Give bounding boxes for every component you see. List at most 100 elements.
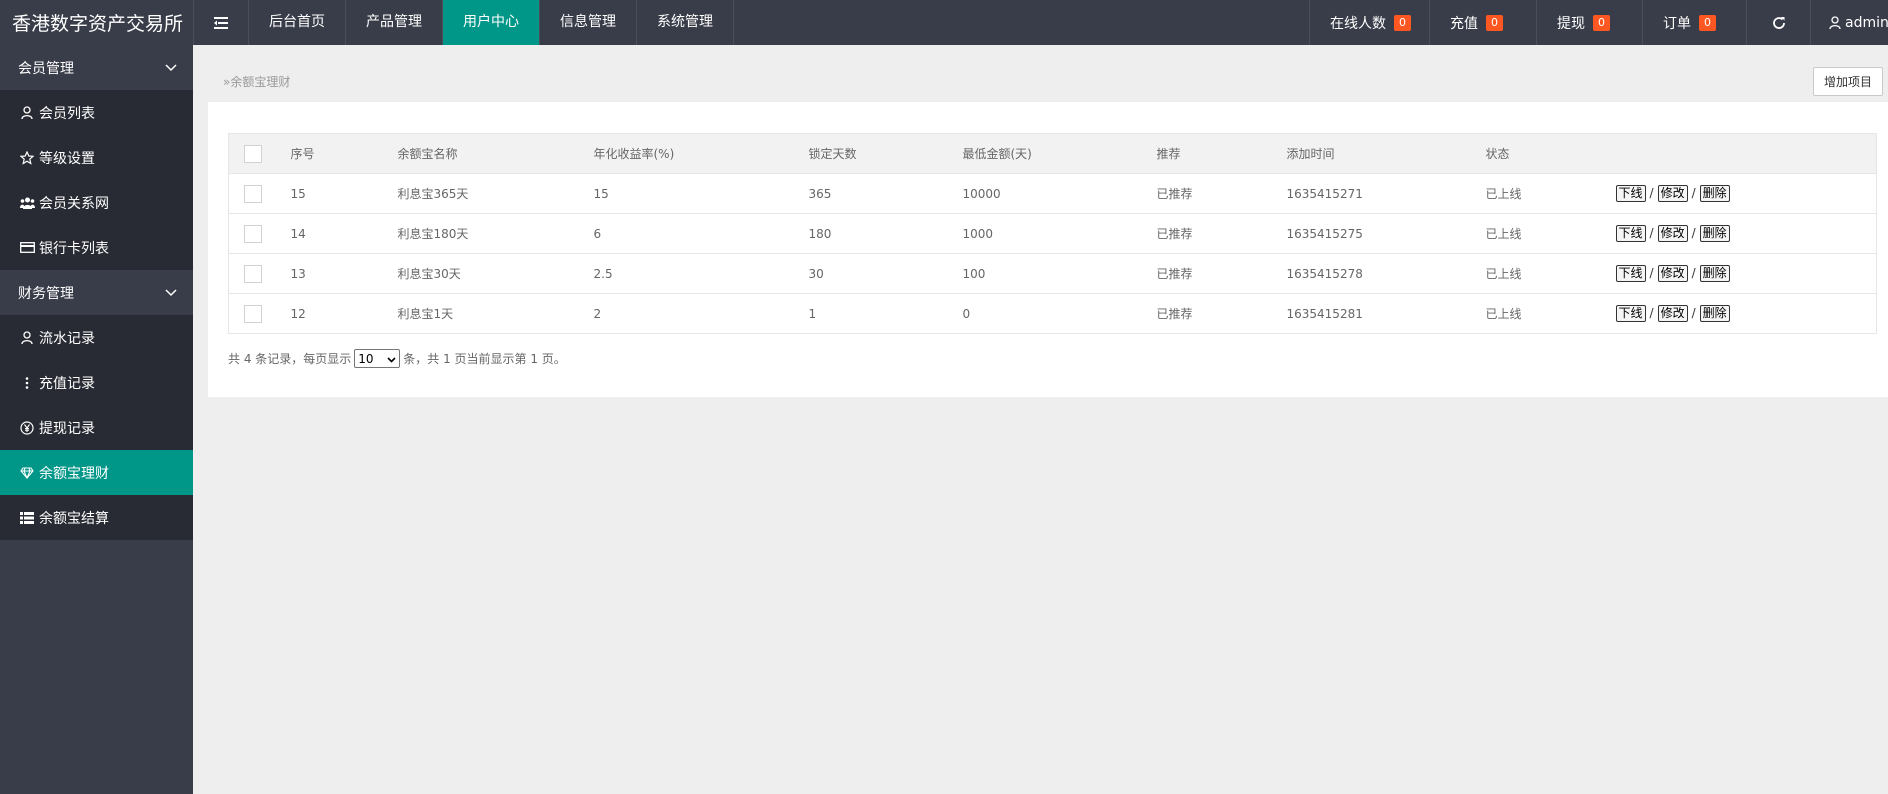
- withdraw-badge: 0: [1593, 14, 1610, 31]
- offline-button[interactable]: 下线: [1615, 265, 1646, 282]
- withdraw-label: 提现: [1557, 15, 1585, 32]
- sidebar-group-members[interactable]: 会员管理: [0, 45, 193, 90]
- action-separator: /: [1649, 226, 1654, 240]
- page-size-select[interactable]: 10: [354, 349, 401, 368]
- action-separator: /: [1691, 226, 1696, 240]
- diamond-icon: [18, 466, 36, 479]
- offline-button[interactable]: 下线: [1615, 185, 1646, 202]
- cell-rate: 15: [593, 173, 809, 214]
- action-separator: /: [1691, 186, 1696, 200]
- cell-name: 利息宝30天: [397, 253, 594, 294]
- edit-button[interactable]: 修改: [1657, 265, 1688, 282]
- yen-icon: [18, 420, 36, 435]
- sidebar-item-member-network[interactable]: 会员关系网: [0, 180, 193, 225]
- more-vertical-icon: [18, 376, 36, 389]
- nav-system[interactable]: 系统管理: [637, 0, 734, 45]
- yuebao-table: 序号 余额宝名称 年化收益率(%) 锁定天数 最低金额(天) 推荐 添加时间 状…: [228, 133, 1877, 334]
- row-checkbox[interactable]: [244, 224, 262, 243]
- cell-recommend: 已推荐: [1156, 173, 1287, 214]
- col-header-recommend: 推荐: [1156, 133, 1287, 174]
- sidebar-item-label: 余额宝理财: [39, 465, 109, 482]
- select-all-cell: [228, 133, 291, 174]
- sidebar-item-withdraw-records[interactable]: 提现记录: [0, 405, 193, 450]
- table-row: 13 利息宝30天 2.5 30 100 已推荐 1635415278 已上线 …: [228, 253, 1877, 294]
- select-all-checkbox[interactable]: [244, 144, 262, 163]
- refresh-icon[interactable]: [1746, 0, 1810, 45]
- breadcrumb-current[interactable]: 余额宝理财: [230, 75, 290, 89]
- edit-button[interactable]: 修改: [1657, 225, 1688, 242]
- row-select-cell: [228, 173, 291, 214]
- action-separator: /: [1649, 186, 1654, 200]
- cell-actions: 下线 / 修改 / 删除: [1615, 293, 1877, 334]
- page-size-value: 10: [358, 351, 374, 366]
- cell-days: 1: [808, 293, 963, 334]
- edit-button[interactable]: 修改: [1657, 305, 1688, 322]
- cell-actions: 下线 / 修改 / 删除: [1615, 173, 1877, 214]
- users-icon: [18, 197, 36, 209]
- admin-menu[interactable]: admin: [1810, 0, 1888, 45]
- row-select-cell: [228, 293, 291, 334]
- orders-badge: 0: [1699, 14, 1716, 31]
- delete-button[interactable]: 删除: [1699, 225, 1730, 242]
- sidebar-item-label: 流水记录: [39, 330, 95, 347]
- nav-user-center[interactable]: 用户中心: [443, 0, 540, 45]
- breadcrumb: »余额宝理财: [223, 73, 290, 90]
- cell-time: 1635415281: [1286, 293, 1486, 334]
- delete-button[interactable]: 删除: [1699, 305, 1730, 322]
- row-checkbox[interactable]: [244, 304, 262, 323]
- sidebar-group-label: 会员管理: [18, 60, 74, 77]
- credit-card-icon: [18, 242, 36, 253]
- nav-info[interactable]: 信息管理: [540, 0, 637, 45]
- sidebar-group-label: 财务管理: [18, 285, 74, 302]
- sidebar-item-recharge-records[interactable]: 充值记录: [0, 360, 193, 405]
- online-users[interactable]: 在线人数 0: [1309, 0, 1429, 45]
- sidebar-item-bank-cards[interactable]: 银行卡列表: [0, 225, 193, 270]
- add-project-button[interactable]: 增加项目: [1813, 67, 1883, 96]
- sidebar-item-level-settings[interactable]: 等级设置: [0, 135, 193, 180]
- sidebar-item-label: 等级设置: [39, 150, 95, 167]
- col-header-name: 余额宝名称: [397, 133, 594, 174]
- offline-button[interactable]: 下线: [1615, 225, 1646, 242]
- row-checkbox[interactable]: [244, 264, 262, 283]
- cell-rate: 6: [593, 213, 809, 254]
- action-separator: /: [1691, 266, 1696, 280]
- sidebar-item-yuebao[interactable]: 余额宝理财: [0, 450, 193, 495]
- sidebar-item-transactions[interactable]: 流水记录: [0, 315, 193, 360]
- row-select-cell: [228, 213, 291, 254]
- user-icon: [18, 331, 36, 344]
- cell-days: 365: [808, 173, 963, 214]
- sidebar-item-label: 会员关系网: [39, 195, 109, 212]
- nav-products[interactable]: 产品管理: [346, 0, 443, 45]
- list-icon: [18, 511, 36, 524]
- cell-time: 1635415275: [1286, 213, 1486, 254]
- menu-toggle-icon[interactable]: [193, 0, 249, 45]
- col-header-time: 添加时间: [1286, 133, 1486, 174]
- online-users-label: 在线人数: [1330, 15, 1386, 32]
- recharge-label: 充值: [1450, 15, 1478, 32]
- cell-days: 30: [808, 253, 963, 294]
- sidebar-group-finance[interactable]: 财务管理: [0, 270, 193, 315]
- row-select-cell: [228, 253, 291, 294]
- col-header-rate: 年化收益率(%): [593, 133, 809, 174]
- sidebar-item-label: 充值记录: [39, 375, 95, 392]
- withdraw-link[interactable]: 提现 0: [1536, 0, 1642, 45]
- admin-username: admin: [1845, 14, 1888, 31]
- cell-status: 已上线: [1485, 293, 1616, 334]
- cell-recommend: 已推荐: [1156, 213, 1287, 254]
- offline-button[interactable]: 下线: [1615, 305, 1646, 322]
- cell-min: 0: [962, 293, 1157, 334]
- delete-button[interactable]: 删除: [1699, 185, 1730, 202]
- user-icon: [18, 106, 36, 119]
- cell-id: 13: [290, 253, 398, 294]
- col-header-actions: [1615, 133, 1877, 174]
- row-checkbox[interactable]: [244, 184, 262, 203]
- sidebar-item-yuebao-settlement[interactable]: 余额宝结算: [0, 495, 193, 540]
- nav-home[interactable]: 后台首页: [249, 0, 346, 45]
- sidebar-item-member-list[interactable]: 会员列表: [0, 90, 193, 135]
- edit-button[interactable]: 修改: [1657, 185, 1688, 202]
- cell-status: 已上线: [1485, 213, 1616, 254]
- recharge-link[interactable]: 充值 0: [1429, 0, 1536, 45]
- cell-days: 180: [808, 213, 963, 254]
- orders-link[interactable]: 订单 0: [1642, 0, 1746, 45]
- delete-button[interactable]: 删除: [1699, 265, 1730, 282]
